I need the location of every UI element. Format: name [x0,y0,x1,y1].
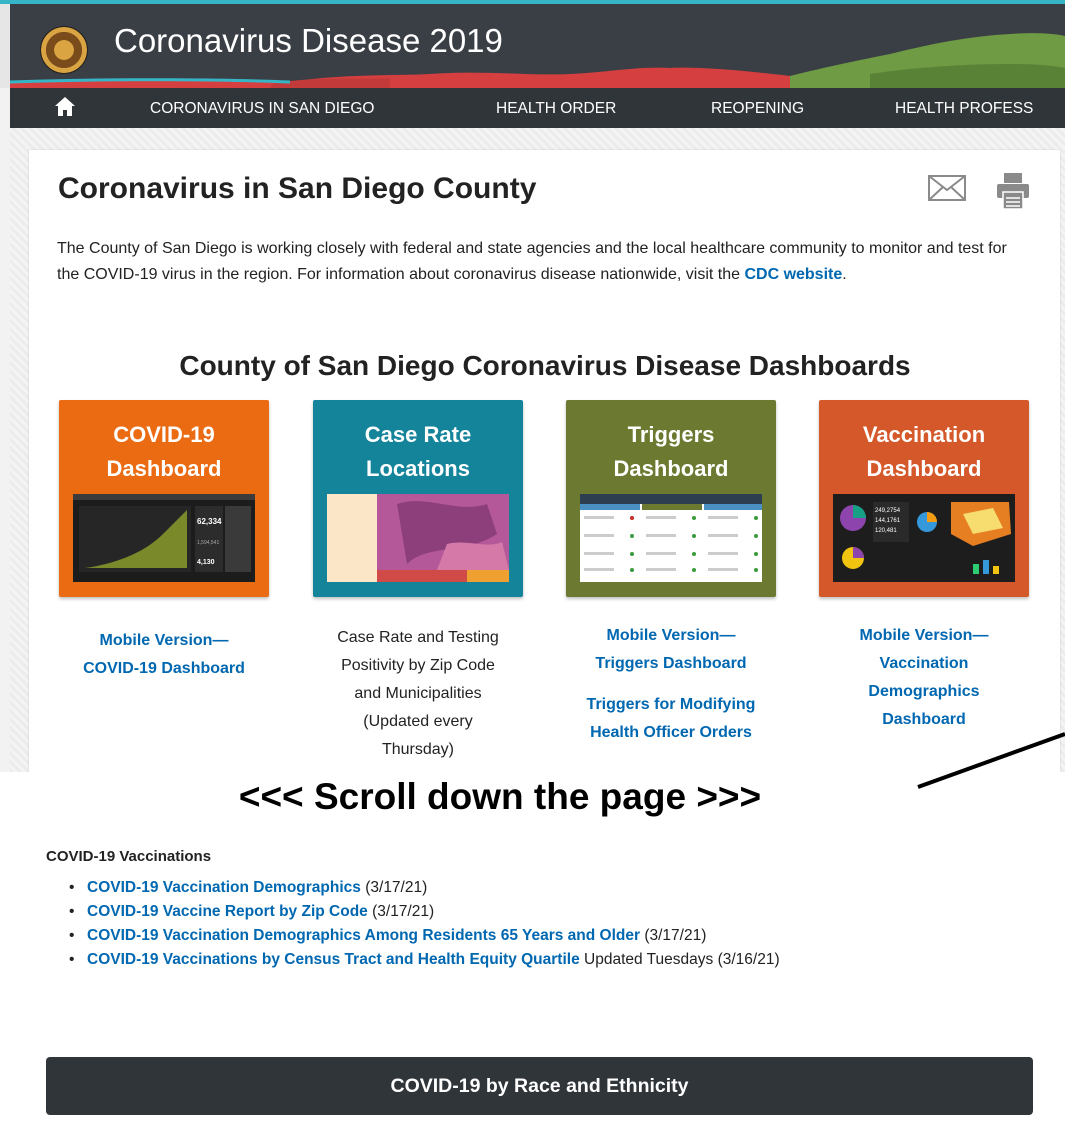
caption-line: COVID-19 Dashboard [83,660,245,677]
case-rate-map-thumbnail [327,494,509,582]
svg-text:120,481: 120,481 [875,528,897,534]
item-suffix: (3/17/21) [640,927,707,944]
svg-text:249,2754: 249,2754 [875,508,901,514]
caption-line: Case Rate and Testing [337,629,499,646]
caption-line: Positivity by Zip Code [341,657,495,674]
svg-text:144,1761: 144,1761 [875,518,901,524]
email-icon[interactable] [928,175,966,201]
caption-line: Triggers Dashboard [595,655,747,672]
vaccination-mobile-link[interactable]: Mobile Version— Vaccination Demographics… [819,622,1029,734]
intro-end: . [842,266,847,283]
left-gutter [0,88,10,772]
vaccinations-list: • COVID-19 Vaccination Demographics (3/17… [67,876,780,972]
caption-line: Mobile Version— [99,632,229,649]
triggers-dashboard-tile[interactable]: Triggers Dashboard [566,400,776,597]
item-suffix: Updated Tuesdays (3/16/21) [579,951,780,968]
triggers-modifying-link[interactable]: Triggers for Modifying Health Officer Or… [556,691,786,747]
bullet-icon: • [69,927,75,944]
item-suffix: (3/17/21) [367,903,435,920]
nav-item-health-professionals[interactable]: HEALTH PROFESS [895,100,1033,118]
tile-title-line2: Dashboard [106,456,222,481]
list-item: • COVID-19 Vaccine Report by Zip Code (3/… [67,900,780,924]
covid-dashboard-thumbnail: 62,334 1,594,541 4,130 [73,494,255,582]
caption-line: Triggers for Modifying [586,696,756,713]
tile-title-line2: Locations [366,456,470,481]
tile-title: Vaccination Dashboard [819,418,1029,486]
triggers-dashboard-thumbnail [580,494,762,582]
caption-line: Health Officer Orders [590,724,752,741]
tile-title-line1: Case Rate [364,422,472,447]
vaccination-dashboard-tile[interactable]: Vaccination Dashboard 249,2754 144,1761 … [819,400,1029,597]
caption-line: Mobile Version— [606,627,736,644]
caption-line: Demographics [868,683,980,700]
vaccination-census-tract-link[interactable]: COVID-19 Vaccinations by Census Tract an… [87,951,580,968]
nav-item-coronavirus-in-san-diego[interactable]: CORONAVIRUS IN SAN DIEGO [150,100,375,118]
tile-title: Triggers Dashboard [566,418,776,486]
vaccination-demographics-link[interactable]: COVID-19 Vaccination Demographics [87,879,361,896]
caption-line: Vaccination [879,655,969,672]
bullet-icon: • [69,951,75,968]
triggers-mobile-link[interactable]: Mobile Version— Triggers Dashboard [556,622,786,678]
print-icon[interactable] [996,172,1030,210]
tile-title-line1: Triggers [627,422,715,447]
caption-line: Dashboard [882,711,966,728]
tile-title: COVID-19 Dashboard [59,418,269,486]
svg-text:4,130: 4,130 [197,559,215,566]
home-icon[interactable] [54,95,76,119]
svg-text:62,334: 62,334 [197,517,222,526]
caption-line: Thursday) [381,741,455,758]
caption-line: and Municipalities [354,685,482,702]
intro-paragraph: The County of San Diego is working close… [57,236,1032,288]
case-rate-locations-tile[interactable]: Case Rate Locations [313,400,523,597]
tile-title-line1: Vaccination [862,422,986,447]
nav-item-health-order[interactable]: HEALTH ORDER [496,100,616,118]
tile-title-line1: COVID-19 [113,422,215,447]
tile-title-line2: Dashboard [613,456,729,481]
bullet-icon: • [69,879,75,896]
list-item: • COVID-19 Vaccination Demographics Among… [67,924,780,948]
top-screenshot: Coronavirus Disease 2019 CORONAVIRUS IN … [0,0,1065,772]
item-suffix: (3/17/21) [360,879,428,896]
covid-19-dashboard-tile[interactable]: COVID-19 Dashboard 62,334 1,594,541 4,13… [59,400,269,597]
intro-text: The County of San Diego is working close… [57,240,1007,283]
race-ethnicity-button[interactable]: COVID-19 by Race and Ethnicity [46,1057,1033,1115]
county-seal-icon[interactable] [40,26,88,74]
list-item: • COVID-19 Vaccination Demographics (3/17… [67,876,780,900]
svg-text:1,594,541: 1,594,541 [197,540,219,546]
vaccine-zip-code-link[interactable]: COVID-19 Vaccine Report by Zip Code [87,903,368,920]
case-rate-caption: Case Rate and Testing Positivity by Zip … [300,624,536,764]
vaccinations-heading: COVID-19 Vaccinations [46,848,212,865]
vaccination-65-plus-link[interactable]: COVID-19 Vaccination Demographics Among … [87,927,640,944]
bullet-icon: • [69,903,75,920]
tile-title: Case Rate Locations [313,418,523,486]
site-title[interactable]: Coronavirus Disease 2019 [114,22,503,60]
caption-line: Mobile Version— [859,627,989,644]
cdc-website-link[interactable]: CDC website [744,266,842,283]
bottom-screenshot: COVID-19 Vaccinations • COVID-19 Vaccinat… [37,840,1065,1139]
caption-line: (Updated every [363,713,473,730]
site-header: Coronavirus Disease 2019 [10,4,1065,88]
tile-title-line2: Dashboard [866,456,982,481]
nav-item-reopening[interactable]: REOPENING [711,100,804,118]
scroll-instruction: <<< Scroll down the page >>> [238,776,762,817]
main-nav: CORONAVIRUS IN SAN DIEGO HEALTH ORDER RE… [10,88,1065,128]
list-item: • COVID-19 Vaccinations by Census Tract a… [67,948,780,972]
dashboards-heading: County of San Diego Coronavirus Disease … [179,350,911,381]
page-title: Coronavirus in San Diego County [58,172,537,205]
vaccination-dashboard-thumbnail: 249,2754 144,1761 120,481 [833,494,1015,582]
covid-mobile-link[interactable]: Mobile Version— COVID-19 Dashboard [59,627,269,683]
